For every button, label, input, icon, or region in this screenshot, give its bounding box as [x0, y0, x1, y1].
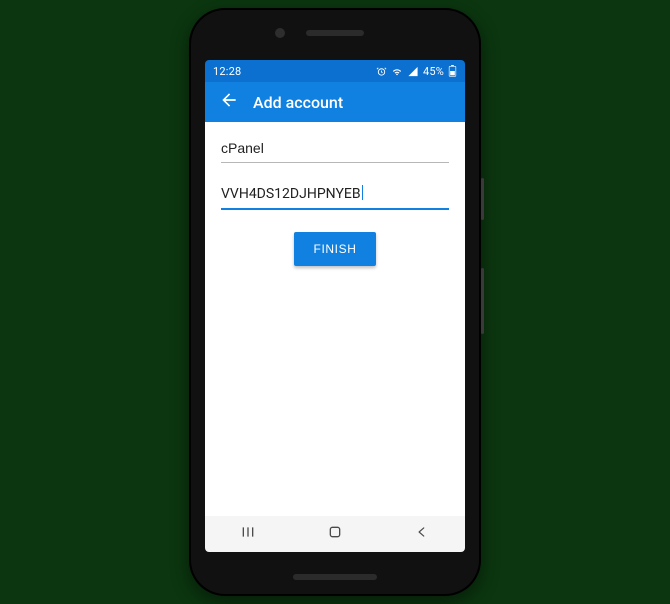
phone-earpiece [306, 30, 364, 36]
app-bar-title: Add account [253, 93, 343, 112]
system-nav-bar [205, 516, 465, 552]
recents-icon [239, 524, 257, 544]
account-name-input[interactable] [221, 132, 449, 163]
screen: 12:28 45% [205, 60, 465, 552]
status-battery-text: 45% [423, 65, 444, 78]
phone-side-button [481, 268, 484, 334]
app-bar: Add account [205, 82, 465, 122]
secret-key-input[interactable]: VVH4DS12DJHPNYEB [221, 177, 449, 210]
secret-key-value: VVH4DS12DJHPNYEB [221, 186, 361, 202]
nav-home-button[interactable] [315, 520, 355, 548]
status-time: 12:28 [213, 65, 241, 78]
phone-frame: 12:28 45% [189, 8, 481, 596]
nav-recents-button[interactable] [228, 520, 268, 548]
wifi-icon [391, 66, 403, 77]
content-area: VVH4DS12DJHPNYEB FINISH [205, 122, 465, 516]
back-button[interactable] [213, 86, 245, 118]
phone-camera [275, 28, 285, 38]
nav-back-button[interactable] [402, 520, 442, 548]
signal-icon [407, 66, 419, 77]
battery-icon [448, 65, 457, 77]
finish-button[interactable]: FINISH [294, 232, 377, 266]
phone-chin-speaker [293, 574, 377, 580]
phone-side-button [481, 178, 484, 220]
nav-back-icon [415, 524, 429, 544]
home-icon [327, 524, 343, 544]
text-caret [362, 185, 363, 200]
arrow-back-icon [219, 90, 239, 114]
status-bar: 12:28 45% [205, 60, 465, 82]
alarm-icon [376, 66, 387, 77]
